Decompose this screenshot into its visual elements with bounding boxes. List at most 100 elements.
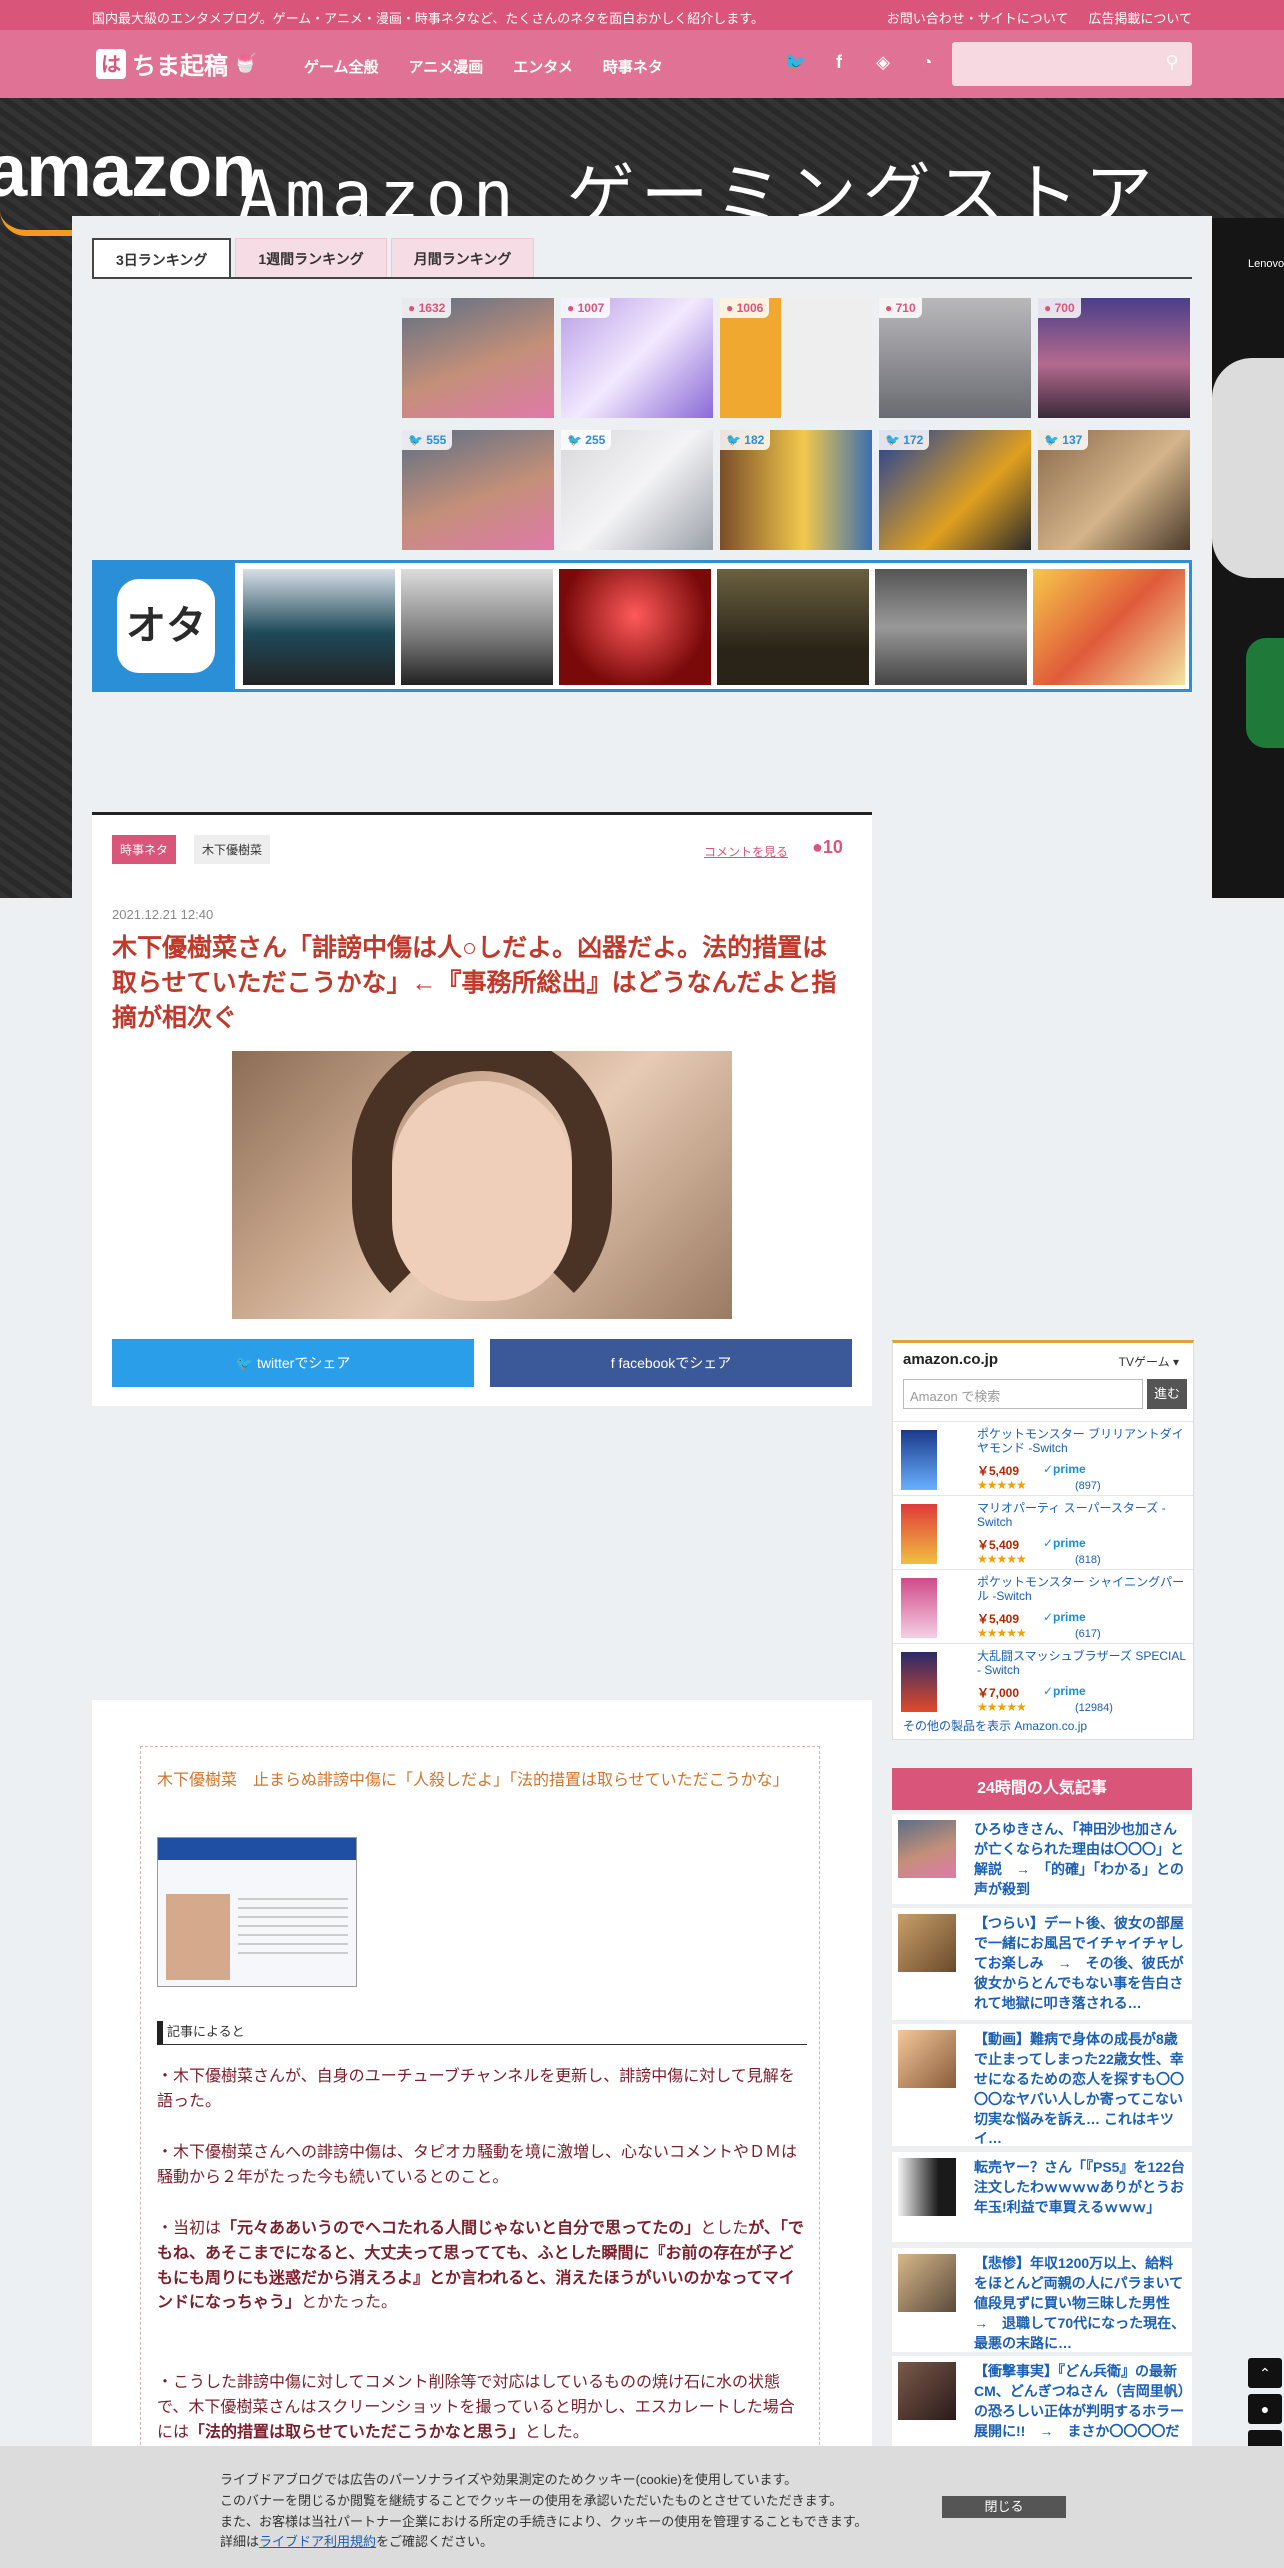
ranking-thumb[interactable]: ● 1007 bbox=[561, 298, 713, 418]
product-image bbox=[901, 1652, 937, 1712]
product-name: マリオパーティ スーパースターズ -Switch bbox=[977, 1501, 1166, 1529]
amazon-product[interactable]: ポケットモンスター ブリリアントダイヤモンド -Switch ￥5,409 ✓p… bbox=[893, 1421, 1193, 1495]
search-input[interactable] bbox=[960, 50, 1150, 78]
comments-link[interactable]: コメントを見る bbox=[704, 843, 788, 860]
amazon-logo[interactable]: amazon.co.jp bbox=[903, 1351, 998, 1368]
facebook-share-button[interactable]: f facebookでシェア bbox=[490, 1339, 852, 1387]
nav-games[interactable]: ゲーム全般 bbox=[304, 56, 379, 77]
terms-link[interactable]: ライブドア利用規約 bbox=[259, 2534, 376, 2549]
article-title[interactable]: 木下優樹菜さん「誹謗中傷は人○しだよ。凶器だよ。法的措置は取らせていただこうかな… bbox=[112, 931, 852, 1036]
strip-image[interactable] bbox=[875, 569, 1027, 685]
review-count: (12984) bbox=[1075, 1702, 1113, 1714]
source-title[interactable]: 木下優樹菜 止まらぬ誹謗中傷に「人殺しだよ」「法的措置は取らせていただこうかな」 bbox=[157, 1769, 807, 1793]
facebook-icon[interactable]: f bbox=[828, 52, 850, 73]
ranking-thumb[interactable]: 🐦 255 bbox=[561, 430, 713, 550]
popular-heading: 24時間の人気記事 bbox=[892, 1768, 1192, 1810]
popular-thumb bbox=[898, 2362, 956, 2420]
popular-title: 【動画】難病で身体の成長が8歳で止まってしまった22歳女性、幸せになるための恋人… bbox=[974, 2031, 1184, 2144]
rating-stars: ★★★★★ bbox=[977, 1552, 1027, 1566]
logo-sweet-icon: 🍧 bbox=[234, 53, 257, 74]
popular-thumb bbox=[898, 2254, 956, 2312]
comment-count-value: 1007 bbox=[577, 301, 605, 315]
rating-stars: ★★★★★ bbox=[977, 1626, 1027, 1640]
ranking-thumb[interactable]: ● 1006 bbox=[720, 298, 872, 418]
tab-weekly-ranking[interactable]: 1週間ランキング bbox=[235, 238, 387, 278]
strip-image[interactable] bbox=[1033, 569, 1185, 685]
ranking-thumb[interactable]: 🐦 182 bbox=[720, 430, 872, 550]
ranking-thumb[interactable]: 🐦 172 bbox=[879, 430, 1031, 550]
popular-item[interactable]: 転売ヤー？さん「『PS5』を122台注文したわｗｗｗｗありがとうお年玉!利益で車… bbox=[892, 2152, 1192, 2242]
prime-badge: ✓prime bbox=[1043, 1536, 1086, 1550]
comments-jump-button[interactable]: ● bbox=[1248, 2394, 1282, 2424]
tweet-count-value: 137 bbox=[1062, 433, 1083, 447]
popular-item[interactable]: ひろゆきさん、「神田沙也加さんが亡くなられた理由は〇〇〇」と解説 → 「的確」「… bbox=[892, 1814, 1192, 1904]
popular-item[interactable]: 【衝撃事実】『どん兵衛』の最新CM、どんぎつねさん（吉岡里帆）の恐ろしい正体が判… bbox=[892, 2356, 1192, 2446]
twitter-icon[interactable]: 🐦 bbox=[784, 52, 806, 73]
rating-stars: ★★★★★ bbox=[977, 1700, 1027, 1714]
feedly-icon[interactable]: ◈ bbox=[872, 52, 894, 73]
rss-icon[interactable]: ◔ bbox=[916, 52, 938, 73]
cookie-close-button[interactable]: 閉じる bbox=[942, 2496, 1066, 2518]
twitter-icon: 🐦 bbox=[235, 1355, 257, 1371]
ranking-thumb[interactable]: 🐦 555 bbox=[402, 430, 554, 550]
amazon-product[interactable]: 大乱闘スマッシュブラザーズ SPECIAL - Switch ￥7,000 ✓p… bbox=[893, 1643, 1193, 1717]
ranking-thumb[interactable]: ● 1632 bbox=[402, 298, 554, 418]
nav-current-news[interactable]: 時事ネタ bbox=[603, 56, 663, 77]
contact-link[interactable]: お問い合わせ・サイトについて bbox=[887, 8, 1069, 27]
site-logo[interactable]: は ちま起稿 🍧 bbox=[96, 46, 256, 81]
popular-title: 【つらい】デート後、彼女の部屋で一緒にお風呂でイチャイチャしてお楽しみ → その… bbox=[974, 1915, 1184, 2011]
tweet-count: 🐦 255 bbox=[561, 430, 612, 450]
nav-entertainment[interactable]: エンタメ bbox=[513, 56, 573, 77]
amazon-search-input[interactable]: Amazon で検索 bbox=[903, 1379, 1143, 1409]
banner-side-label: Lenovo bbox=[1248, 258, 1284, 270]
cookie-line: 詳細はライブドア利用規約をご確認ください。 bbox=[220, 2532, 867, 2553]
tab-3day-ranking[interactable]: 3日ランキング bbox=[92, 238, 232, 278]
quote-text: 「元々ああいうのでヘコたれる人間じゃないと自分で思ってたの」 bbox=[221, 2220, 701, 2237]
tweet-count: 🐦 137 bbox=[1038, 430, 1089, 450]
text: ・当初は bbox=[157, 2220, 222, 2237]
ranking-thumb[interactable]: ● 700 bbox=[1038, 298, 1190, 418]
popular-item[interactable]: 【動画】難病で身体の成長が8歳で止まってしまった22歳女性、幸せになるための恋人… bbox=[892, 2024, 1192, 2146]
ranking-thumb[interactable]: 🐦 137 bbox=[1038, 430, 1190, 550]
text: 詳細は bbox=[220, 2534, 260, 2550]
strip-image[interactable] bbox=[717, 569, 869, 685]
review-count: (818) bbox=[1075, 1554, 1101, 1566]
comment-count: ● 1006 bbox=[720, 298, 770, 318]
product-name: ポケットモンスター ブリリアントダイヤモンド -Switch bbox=[977, 1427, 1184, 1455]
twitter-share-button[interactable]: 🐦 twitterでシェア bbox=[112, 1339, 474, 1387]
search-icon[interactable]: ⚲ bbox=[1160, 52, 1184, 76]
amazon-product[interactable]: マリオパーティ スーパースターズ -Switch ￥5,409 ✓prime ★… bbox=[893, 1495, 1193, 1569]
otayomu-strip[interactable]: オタ bbox=[92, 560, 1192, 692]
text: とした。 bbox=[524, 2423, 589, 2441]
popular-title: 【衝撃事実】『どん兵衛』の最新CM、どんぎつねさん（吉岡里帆）の恐ろしい正体が判… bbox=[974, 2363, 1185, 2444]
comment-count: ● 710 bbox=[879, 298, 922, 318]
ranking-thumb[interactable]: ● 710 bbox=[879, 298, 1031, 418]
amazon-category-select[interactable]: TVゲーム ▾ bbox=[1119, 1353, 1179, 1370]
nav-anime-manga[interactable]: アニメ漫画 bbox=[409, 56, 484, 77]
strip-image[interactable] bbox=[243, 569, 395, 685]
product-image bbox=[901, 1430, 937, 1490]
amazon-more-link[interactable]: その他の製品を表示 Amazon.co.jp bbox=[903, 1717, 1087, 1734]
product-price: ￥5,409 bbox=[977, 1538, 1020, 1552]
comment-count-badge[interactable]: ●10 bbox=[812, 837, 843, 858]
popular-item[interactable]: 【悲惨】年収1200万以上、給料をほとんど両親の人にパラまいて値段見ずに買い物三… bbox=[892, 2248, 1192, 2352]
amazon-product[interactable]: ポケットモンスター シャイニングパール -Switch ￥5,409 ✓prim… bbox=[893, 1569, 1193, 1643]
popular-item[interactable]: 【つらい】デート後、彼女の部屋で一緒にお風呂でイチャイチャしてお楽しみ → その… bbox=[892, 1908, 1192, 2020]
popular-thumb bbox=[898, 2030, 956, 2088]
headset-image bbox=[1212, 358, 1284, 578]
strip-image[interactable] bbox=[559, 569, 711, 685]
tab-monthly-ranking[interactable]: 月間ランキング bbox=[390, 238, 535, 278]
scroll-top-button[interactable]: ⌃ bbox=[1248, 2358, 1282, 2388]
tag-badge[interactable]: 木下優樹菜 bbox=[194, 835, 271, 864]
source-thumbnail[interactable] bbox=[157, 1837, 357, 1987]
amazon-search-button[interactable]: 進む bbox=[1147, 1379, 1187, 1409]
ads-link[interactable]: 広告掲載について bbox=[1088, 8, 1192, 27]
article-body: 木下優樹菜 止まらぬ誹謗中傷に「人殺しだよ」「法的措置は取らせていただこうかな」… bbox=[92, 1700, 872, 2480]
article-date: 2021.12.21 12:40 bbox=[112, 907, 214, 922]
strip-image[interactable] bbox=[401, 569, 553, 685]
cookie-notice: ライブドアブログでは広告のパーソナライズや効果測定のためクッキー(cookie)… bbox=[220, 2470, 867, 2553]
product-price: ￥5,409 bbox=[977, 1464, 1020, 1478]
article-photo bbox=[232, 1051, 732, 1319]
category-badge[interactable]: 時事ネタ bbox=[112, 835, 177, 864]
article-comment-count: 10 bbox=[822, 837, 843, 857]
